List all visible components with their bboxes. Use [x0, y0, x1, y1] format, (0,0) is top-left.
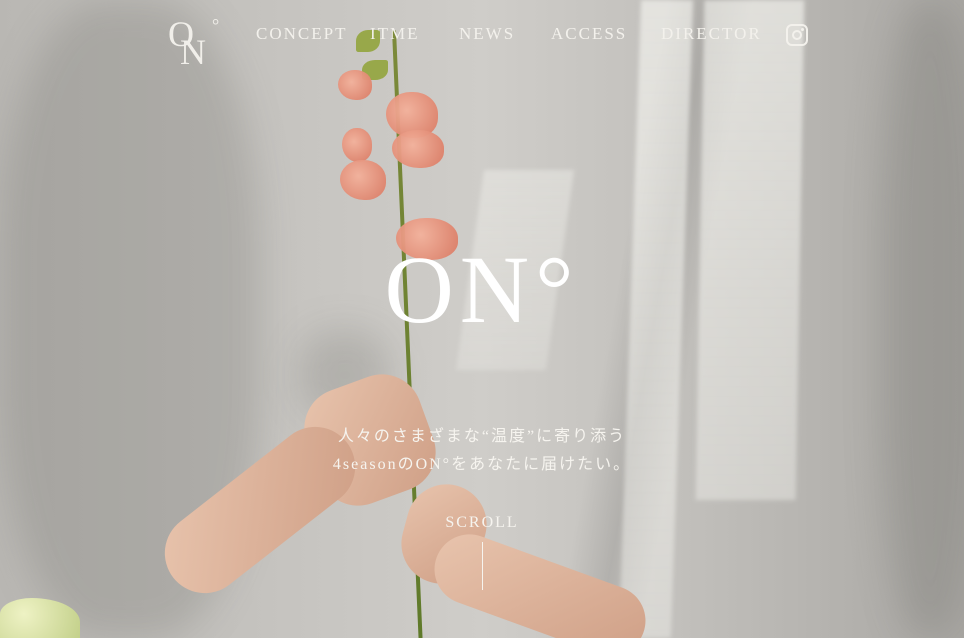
flower-blossom	[342, 128, 372, 162]
scroll-label[interactable]: SCROLL	[0, 514, 964, 532]
nav-director[interactable]: DIRECTOR	[661, 24, 762, 44]
flower-blossom	[392, 130, 444, 168]
hero-tagline-line1: 人々のさまざまな“温度”に寄り添う	[337, 428, 627, 445]
logo-letter-n: N	[180, 32, 206, 72]
flower-blossom	[340, 160, 386, 200]
nav-news[interactable]: NEWS	[459, 24, 515, 44]
logo[interactable]: O N °	[168, 14, 228, 70]
hero-tagline-line2: 4seasonのON°をあなたに届けたい。	[332, 456, 632, 473]
nav-concept[interactable]: CONCEPT	[256, 24, 347, 44]
nav-itme[interactable]: ITME	[370, 24, 420, 44]
nav-access[interactable]: ACCESS	[551, 24, 627, 44]
scroll-indicator-line	[482, 542, 483, 590]
logo-degree: °	[212, 15, 220, 35]
site-header: O N ° CONCEPT ITME NEWS ACCESS DIRECTOR	[0, 0, 964, 80]
hero-title: ON°	[384, 236, 580, 343]
instagram-icon[interactable]	[786, 24, 808, 46]
